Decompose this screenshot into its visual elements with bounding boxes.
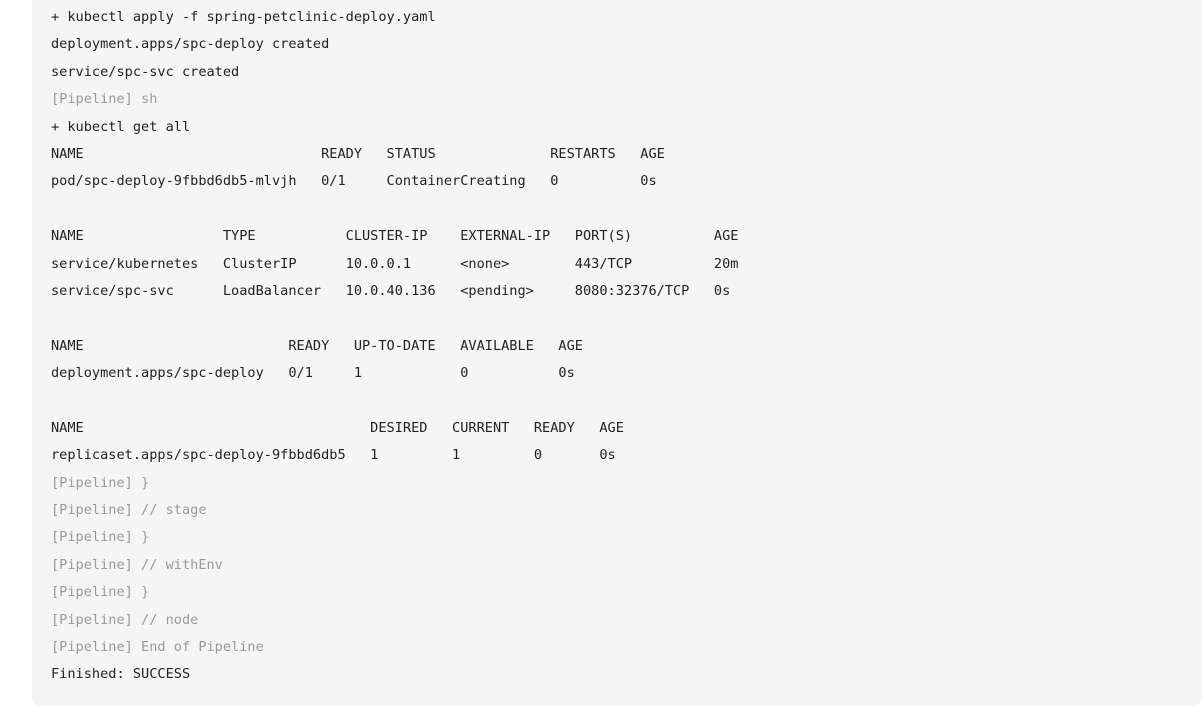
pipeline-step-line: [Pipeline] } — [51, 529, 150, 546]
console-line: service/spc-svc created — [51, 63, 240, 80]
pipeline-step-line: [Pipeline] } — [51, 584, 150, 601]
console-line: NAME DESIRED CURRENT READY AGE — [51, 419, 624, 436]
console-line: deployment.apps/spc-deploy created — [51, 36, 330, 53]
pipeline-step-line: [Pipeline] // node — [51, 611, 199, 628]
pipeline-step-line: [Pipeline] End of Pipeline — [51, 638, 264, 655]
console-line: + kubectl get all — [51, 118, 191, 135]
console-line: replicaset.apps/spc-deploy-9fbbd6db5 1 1… — [51, 447, 616, 464]
pipeline-step-line: [Pipeline] } — [51, 474, 150, 491]
console-line: pod/spc-deploy-9fbbd6db5-mlvjh 0/1 Conta… — [51, 173, 657, 190]
console-line: deployment.apps/spc-deploy 0/1 1 0 0s — [51, 365, 575, 382]
console-line: + kubectl apply -f spring-petclinic-depl… — [51, 9, 436, 25]
console-line: NAME TYPE CLUSTER-IP EXTERNAL-IP PORT(S)… — [51, 228, 739, 245]
console-line: NAME READY UP-TO-DATE AVAILABLE AGE — [51, 337, 583, 354]
console-line: service/spc-svc LoadBalancer 10.0.40.136… — [51, 282, 731, 299]
console-line: service/kubernetes ClusterIP 10.0.0.1 <n… — [51, 255, 739, 272]
pipeline-step-line: [Pipeline] sh — [51, 91, 158, 108]
pipeline-step-line: [Pipeline] // stage — [51, 502, 207, 519]
console-line: NAME READY STATUS RESTARTS AGE — [51, 145, 665, 162]
pipeline-step-line: [Pipeline] // withEnv — [51, 556, 223, 573]
console-output: + kubectl apply -f spring-petclinic-depl… — [51, 4, 738, 689]
console-line: Finished: SUCCESS — [51, 666, 191, 683]
